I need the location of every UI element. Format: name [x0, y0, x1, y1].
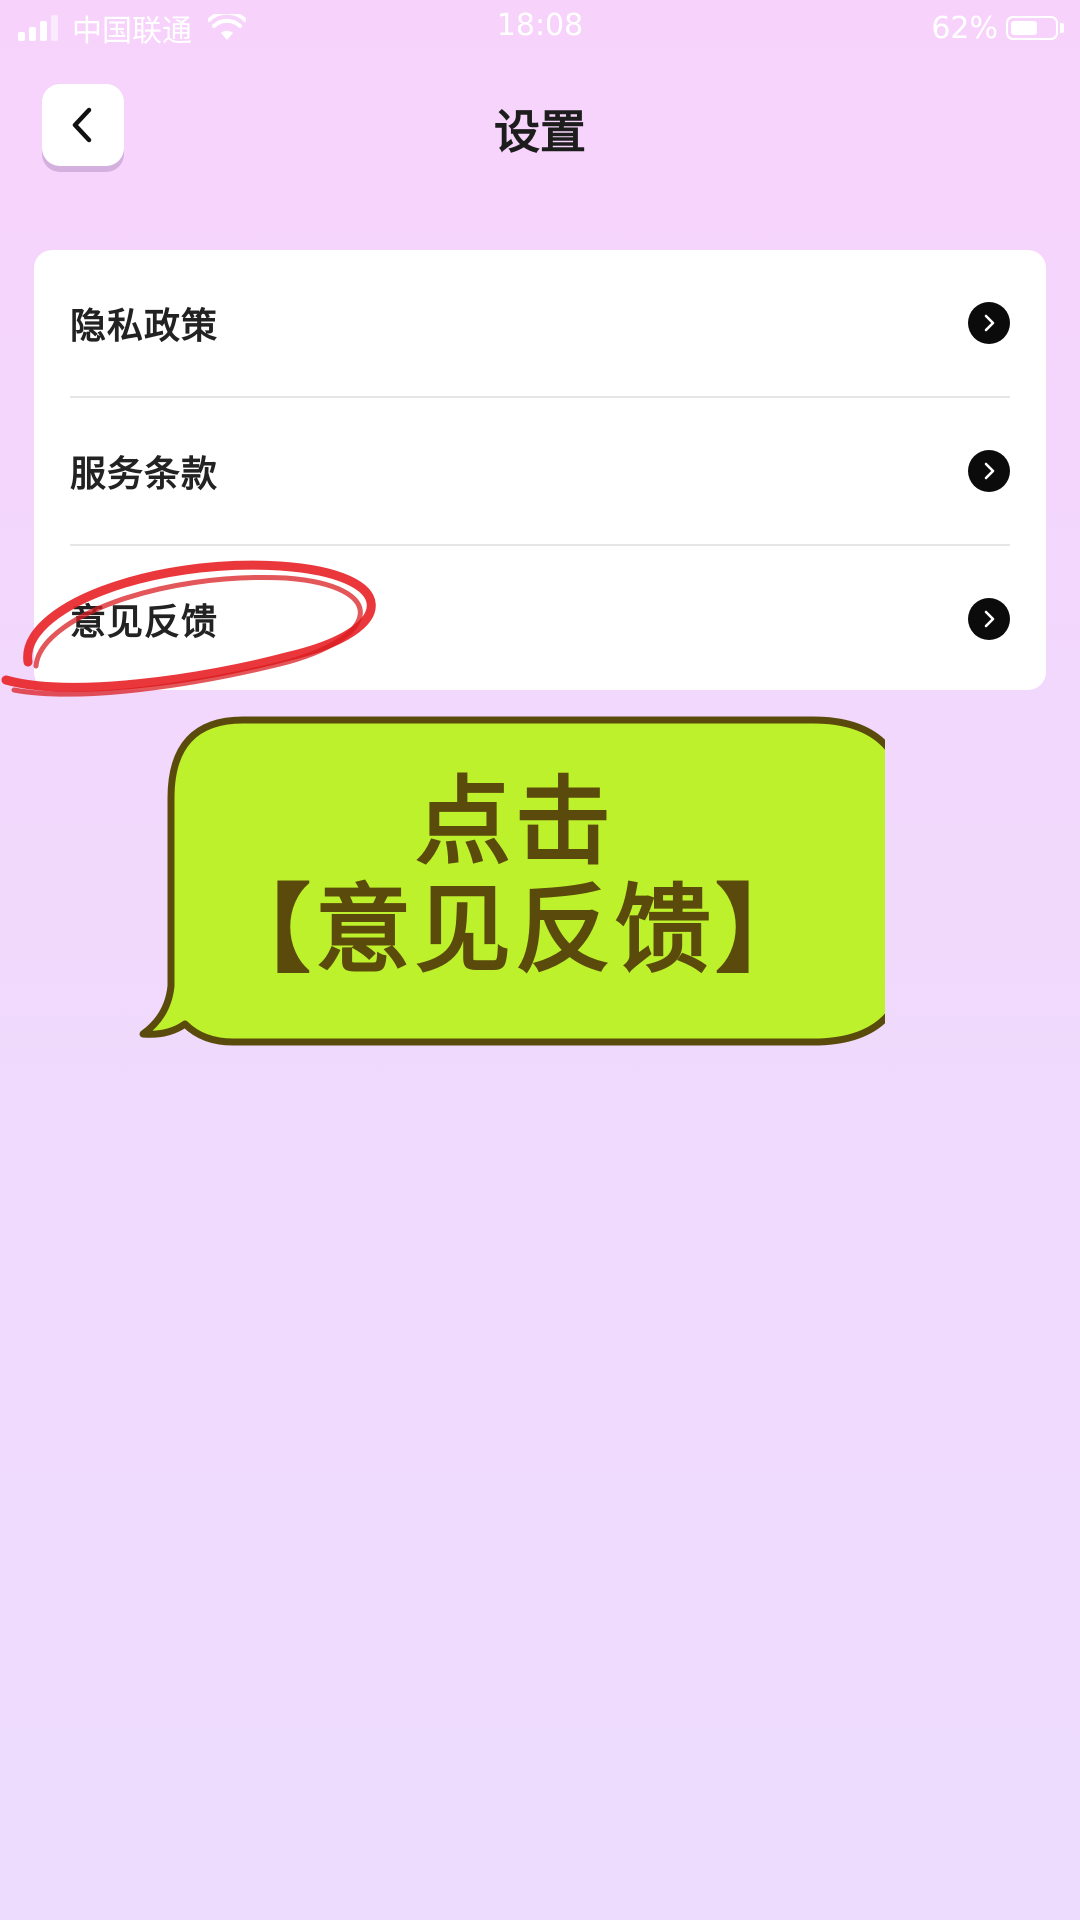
page-title: 设置 [494, 105, 586, 159]
chevron-right-icon [968, 598, 1010, 640]
settings-item-label: 隐私政策 [70, 306, 219, 347]
chevron-right-icon [968, 302, 1010, 344]
battery-tip [1060, 23, 1064, 33]
settings-item-terms-of-service[interactable]: 服务条款 [70, 398, 1010, 546]
settings-item-label: 意见反馈 [70, 602, 219, 643]
settings-item-label: 服务条款 [70, 454, 219, 495]
callout-line-2: 【意见反馈】 [215, 874, 815, 986]
battery-percent: 62% [931, 10, 998, 46]
status-bar: 中国联通 18:08 62% [0, 0, 1080, 56]
status-time: 18:08 [496, 8, 584, 43]
callout-line-1: 点击 [415, 766, 615, 878]
battery-fill [1011, 21, 1037, 35]
battery-icon [1006, 16, 1058, 40]
status-right: 62% [931, 8, 1064, 48]
chevron-right-icon [968, 450, 1010, 492]
callout-speech-bubble: 点击 【意见反馈】 [135, 716, 885, 1046]
settings-item-feedback[interactable]: 意见反馈 [70, 546, 1010, 690]
callout-text: 点击 【意见反馈】 [165, 768, 865, 984]
settings-item-privacy-policy[interactable]: 隐私政策 [70, 250, 1010, 398]
settings-card: 隐私政策 服务条款 意见反馈 [34, 250, 1046, 690]
